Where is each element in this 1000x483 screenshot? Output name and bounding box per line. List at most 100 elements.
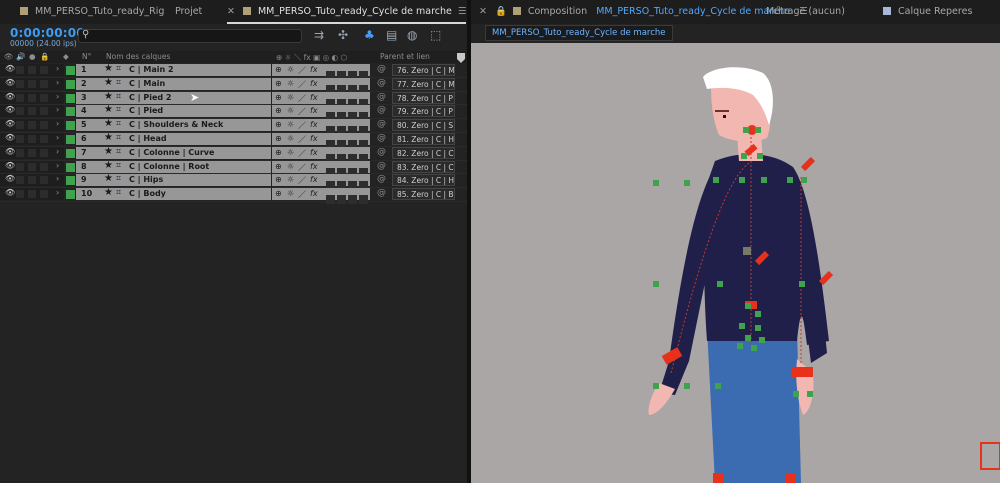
lock-toggle[interactable] bbox=[40, 134, 48, 143]
collapse-icon[interactable]: ☼ bbox=[287, 120, 294, 129]
pick-whip-icon[interactable]: @ bbox=[377, 105, 386, 115]
tab-projet[interactable]: Projet bbox=[175, 0, 202, 24]
label-color-swatch[interactable] bbox=[66, 176, 75, 186]
solo-toggle[interactable] bbox=[28, 148, 36, 157]
parent-dropdown[interactable]: 78. Zero | C | P bbox=[392, 91, 455, 104]
quality-icon[interactable]: ／ bbox=[298, 175, 306, 186]
shy-icon[interactable]: ⊕ bbox=[275, 134, 282, 143]
layer-name-cell[interactable]: 5 ★ ⌗ C | Shoulders & Neck bbox=[76, 118, 271, 132]
eye-icon[interactable]: 👁 bbox=[5, 161, 15, 170]
chevron-right-icon[interactable]: › bbox=[56, 105, 59, 114]
chevron-right-icon[interactable]: › bbox=[56, 92, 59, 101]
solo-toggle[interactable] bbox=[28, 176, 36, 185]
composition-viewer[interactable] bbox=[471, 43, 1000, 483]
audio-toggle[interactable] bbox=[16, 176, 24, 185]
collapse-icon[interactable]: ☼ bbox=[287, 175, 294, 184]
graph-editor-icon[interactable]: ⬚ bbox=[430, 28, 441, 42]
parent-dropdown[interactable]: 83. Zero | C | C bbox=[392, 160, 455, 173]
eye-icon[interactable]: 👁 bbox=[5, 147, 15, 156]
layer-row[interactable]: 👁 › 6 ★ ⌗ C | Head ⊕ ☼ ／ fx @81. Zero | C | H bbox=[0, 132, 467, 149]
label-color-swatch[interactable] bbox=[66, 93, 75, 103]
composition-breadcrumb[interactable]: MM_PERSO_Tuto_ready_Cycle de marche bbox=[485, 25, 673, 41]
fx-icon[interactable]: fx bbox=[310, 106, 318, 115]
chevron-right-icon[interactable]: › bbox=[56, 64, 59, 73]
toggle-box[interactable] bbox=[348, 195, 357, 205]
tab-calque[interactable]: Calque Reperes bbox=[883, 0, 972, 24]
quality-icon[interactable]: ／ bbox=[298, 106, 306, 117]
pick-whip-icon[interactable]: @ bbox=[377, 133, 386, 143]
collapse-icon[interactable]: ☼ bbox=[287, 93, 294, 102]
motion-blur-icon[interactable]: ◍ bbox=[407, 28, 417, 42]
layer-name-cell[interactable]: 9 ★ ⌗ C | Hips bbox=[76, 173, 271, 187]
pick-whip-icon[interactable]: @ bbox=[377, 64, 386, 74]
fx-icon[interactable]: fx bbox=[310, 175, 318, 184]
solo-toggle[interactable] bbox=[28, 121, 36, 130]
pick-whip-icon[interactable]: @ bbox=[377, 119, 386, 129]
lock-toggle[interactable] bbox=[40, 107, 48, 116]
parent-dropdown[interactable]: 82. Zero | C | C bbox=[392, 146, 455, 159]
column-name-header[interactable]: Nom des calques bbox=[106, 52, 170, 61]
fx-icon[interactable]: fx bbox=[310, 120, 318, 129]
lock-icon[interactable]: 🔒 bbox=[495, 6, 507, 17]
pick-whip-icon[interactable]: @ bbox=[377, 92, 386, 102]
eye-icon[interactable]: 👁 bbox=[5, 174, 15, 183]
solo-toggle[interactable] bbox=[28, 93, 36, 102]
audio-toggle[interactable] bbox=[16, 190, 24, 199]
column-parent-header[interactable]: Parent et lien bbox=[380, 52, 430, 61]
lock-toggle[interactable] bbox=[40, 148, 48, 157]
audio-toggle[interactable] bbox=[16, 107, 24, 116]
audio-toggle[interactable] bbox=[16, 93, 24, 102]
quality-icon[interactable]: ／ bbox=[298, 134, 306, 145]
shy-layers-icon[interactable]: ♣ bbox=[364, 28, 375, 42]
solo-toggle[interactable] bbox=[28, 134, 36, 143]
draft-3d-icon[interactable]: ✣ bbox=[338, 28, 348, 42]
layer-name-cell[interactable]: 7 ★ ⌗ C | Colonne | Curve bbox=[76, 146, 271, 159]
collapse-icon[interactable]: ☼ bbox=[287, 134, 294, 143]
pick-whip-icon[interactable]: @ bbox=[377, 188, 386, 198]
fx-icon[interactable]: fx bbox=[310, 134, 318, 143]
audio-toggle[interactable] bbox=[16, 79, 24, 88]
tab-composition[interactable]: ✕ 🔒 Composition MM_PERSO_Tuto_ready_Cycle … bbox=[479, 0, 808, 24]
collapse-icon[interactable]: ☼ bbox=[287, 106, 294, 115]
chevron-right-icon[interactable]: › bbox=[56, 161, 59, 170]
eye-icon[interactable]: 👁 bbox=[5, 188, 15, 197]
fx-icon[interactable]: fx bbox=[310, 162, 318, 171]
layer-row[interactable]: 👁 › 4 ★ ⌗ C | Pied ⊕ ☼ ／ fx @79. Zero | C | P bbox=[0, 104, 467, 122]
quality-icon[interactable]: ／ bbox=[298, 162, 306, 173]
quality-icon[interactable]: ／ bbox=[298, 65, 306, 76]
shy-icon[interactable]: ⊕ bbox=[275, 189, 282, 198]
label-color-swatch[interactable] bbox=[66, 121, 75, 131]
pick-whip-icon[interactable]: @ bbox=[377, 174, 386, 184]
tab-rig[interactable]: MM_PERSO_Tuto_ready_Rig bbox=[20, 0, 164, 24]
shy-icon[interactable]: ⊕ bbox=[275, 93, 282, 102]
label-color-swatch[interactable] bbox=[66, 66, 75, 75]
hamburger-menu-icon[interactable]: ☰ bbox=[458, 6, 467, 17]
character-canvas[interactable] bbox=[471, 43, 1000, 483]
eye-icon[interactable]: 👁 bbox=[5, 92, 15, 101]
shy-icon[interactable]: ⊕ bbox=[275, 106, 282, 115]
shy-icon[interactable]: ⊕ bbox=[275, 120, 282, 129]
quality-icon[interactable]: ／ bbox=[298, 148, 306, 159]
solo-toggle[interactable] bbox=[28, 107, 36, 116]
collapse-icon[interactable]: ☼ bbox=[287, 148, 294, 157]
layer-name-cell[interactable]: 8 ★ ⌗ C | Colonne | Root bbox=[76, 160, 271, 173]
chevron-right-icon[interactable]: › bbox=[56, 78, 59, 87]
shy-icon[interactable]: ⊕ bbox=[275, 162, 282, 171]
quality-icon[interactable]: ／ bbox=[298, 93, 306, 104]
parent-dropdown[interactable]: 80. Zero | C | S bbox=[392, 119, 455, 132]
parent-dropdown[interactable]: 84. Zero | C | H bbox=[392, 174, 455, 187]
layer-name-cell[interactable]: 2 ★ ⌗ C | Main bbox=[76, 77, 271, 90]
current-time[interactable]: 0:00:00:00 bbox=[10, 26, 85, 40]
parent-dropdown[interactable]: 76. Zero | C | M bbox=[392, 64, 455, 76]
parent-dropdown[interactable]: 79. Zero | C | P bbox=[392, 105, 455, 118]
shy-icon[interactable]: ⊕ bbox=[275, 175, 282, 184]
eye-icon[interactable]: 👁 bbox=[5, 105, 15, 114]
layer-name-cell[interactable]: 1 ★ ⌗ C | Main 2 bbox=[76, 63, 271, 76]
solo-toggle[interactable] bbox=[28, 190, 36, 199]
eye-icon[interactable]: 👁 bbox=[5, 78, 15, 87]
eye-icon[interactable]: 👁 bbox=[5, 119, 15, 128]
layer-name-cell[interactable]: 6 ★ ⌗ C | Head bbox=[76, 132, 271, 145]
close-icon[interactable]: ✕ bbox=[479, 6, 487, 17]
label-color-swatch[interactable] bbox=[66, 79, 75, 89]
lock-toggle[interactable] bbox=[40, 162, 48, 171]
